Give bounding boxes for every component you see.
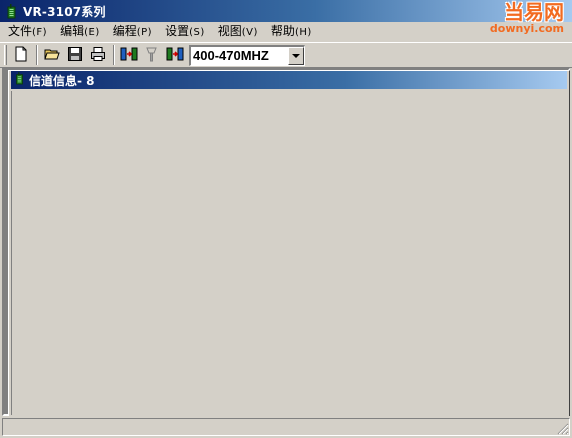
menu-view[interactable]: 视图(V)	[214, 22, 262, 42]
frequency-band-value: 400-470MHZ	[193, 48, 269, 63]
clear-icon	[143, 45, 161, 66]
child-title-bar[interactable]: 信道信息- 8	[11, 71, 567, 89]
dropdown-button[interactable]	[288, 46, 304, 65]
resize-grip-icon[interactable]	[555, 421, 569, 435]
menu-edit[interactable]: 编辑(E)	[56, 22, 104, 42]
print-icon	[90, 46, 106, 65]
read-from-radio-button[interactable]	[118, 44, 140, 66]
window-title: VR-3107系列	[23, 4, 106, 19]
mdi-client-area: 信道信息- 8	[2, 68, 570, 416]
child-window-title: 信道信息- 8	[29, 73, 95, 88]
print-button[interactable]	[87, 44, 109, 66]
new-file-icon	[13, 46, 29, 65]
toolbar-grip[interactable]	[4, 45, 7, 65]
menu-bar: 文件(F) 编辑(E) 编程(P) 设置(S) 视图(V) 帮助(H)	[0, 22, 572, 42]
radio-icon	[5, 3, 18, 19]
status-bar	[2, 418, 570, 436]
write-to-radio-icon	[166, 45, 184, 66]
menu-program[interactable]: 编程(P)	[109, 22, 156, 42]
status-pane	[2, 418, 570, 436]
save-disk-icon	[67, 46, 83, 65]
menu-file[interactable]: 文件(F)	[4, 22, 51, 42]
save-button[interactable]	[64, 44, 86, 66]
toolbar: 400-470MHZ	[0, 42, 572, 68]
toolbar-separator	[113, 45, 115, 65]
app-window: VR-3107系列 当易网 downyi.com 文件(F) 编辑(E) 编程(…	[0, 0, 572, 438]
menu-help[interactable]: 帮助(H)	[267, 22, 316, 42]
open-button[interactable]	[41, 44, 63, 66]
chevron-down-icon	[292, 53, 300, 58]
channel-info-window: 信道信息- 8	[8, 70, 570, 416]
menu-settings[interactable]: 设置(S)	[161, 22, 209, 42]
radio-icon	[14, 72, 25, 88]
watermark-main: 当易网	[504, 0, 564, 24]
frequency-band-select[interactable]: 400-470MHZ	[189, 44, 305, 66]
channel-info-content	[11, 91, 567, 415]
new-file-button[interactable]	[10, 44, 32, 66]
clear-button[interactable]	[141, 44, 163, 66]
toolbar-separator	[36, 45, 38, 65]
open-folder-icon	[44, 46, 60, 65]
write-to-radio-button[interactable]	[164, 44, 186, 66]
read-from-radio-icon	[120, 45, 138, 66]
